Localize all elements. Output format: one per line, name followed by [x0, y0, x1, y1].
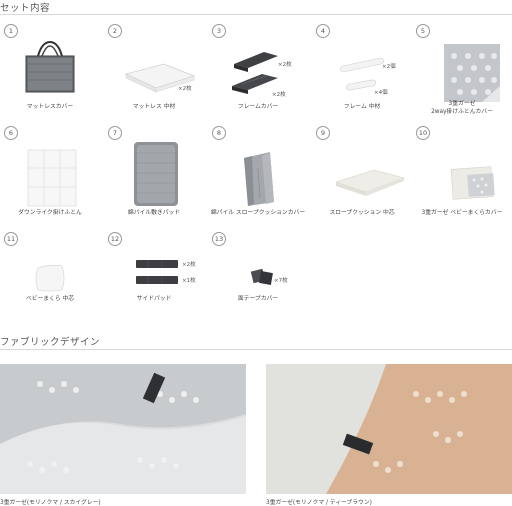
set-item-3: 3 ×2枚 ×2枚 フレームカバー — [208, 24, 308, 124]
set-item-13: 13 ×7枚 面テープカバー — [208, 232, 308, 332]
set-item-8: 8 綿パイル スロープクッションカバー — [208, 126, 308, 226]
fabric-photo-tea-brown — [266, 364, 512, 494]
item-label: 綿パイル スロープクッションカバー — [210, 210, 306, 216]
frame-core-image — [340, 57, 384, 91]
item-quantity: ×2個 — [382, 64, 396, 70]
item-label: ベビーまくら 中芯 — [25, 296, 75, 302]
item-label: 3重ガーゼ ベビーまくらカバー — [421, 210, 503, 216]
fabric-caption-tea-brown: 3重ガーゼ(モリノクマ / ティーブラウン) — [266, 500, 372, 506]
set-contents-divider — [0, 14, 512, 15]
item-label: フレームカバー — [237, 104, 279, 110]
tea-brown-gauze-image — [266, 364, 512, 494]
set-item-10: 10 3重ガーゼ ベビーまくらカバー — [412, 126, 512, 226]
fabric-photo-sky-gray — [0, 364, 246, 494]
item-label: マットレスカバー — [26, 104, 74, 110]
set-item-6: 6 ダウンライク掛けふとん — [0, 126, 100, 226]
item-label: サイドパッド — [136, 296, 172, 302]
item-label-line2: 2way掛けふとんカバー — [431, 109, 493, 115]
set-item-4: 4 ×2個 ×4個 フレーム 中材 — [312, 24, 412, 124]
fabric-design-divider — [0, 349, 512, 350]
set-item-9: 9 スロープクッション 中芯 — [312, 126, 412, 226]
set-item-5: 5 3重ガーゼ 2way掛けふとんカバー — [412, 24, 512, 124]
sky-gray-gauze-image — [0, 364, 246, 494]
item-label: 綿パイル敷きパッド — [127, 210, 181, 216]
item-quantity: ×2枚 — [278, 62, 292, 68]
mattress-cover-bag-image — [25, 40, 75, 93]
slope-cushion-cover-image — [244, 152, 274, 206]
gauze-duvet-cover-image — [444, 44, 500, 102]
item-label: スロープクッション 中芯 — [329, 210, 395, 216]
item-quantity: ×2枚 — [182, 262, 196, 268]
item-quantity: ×2枚 — [178, 86, 192, 92]
set-item-12: 12 ×2枚 ×1枚 サイドパッド — [104, 232, 204, 332]
fabric-caption-sky-gray: 3重ガーゼ(モリノクマ / スカイグレー) — [0, 500, 101, 506]
item-quantity: ×4個 — [374, 90, 388, 96]
frame-cover-image — [232, 52, 278, 94]
item-quantity: ×2枚 — [272, 92, 286, 98]
item-quantity: ×1枚 — [182, 278, 196, 284]
slope-cushion-core-image — [335, 169, 405, 196]
item-label: フレーム 中材 — [343, 104, 381, 110]
item-label: マットレス 中材 — [132, 104, 176, 110]
fabric-design-title: ファブリックデザイン — [0, 337, 101, 348]
mattress-core-image — [124, 63, 196, 93]
item-quantity: ×7枚 — [274, 278, 288, 284]
gauze-pillow-cover-image — [450, 166, 495, 200]
set-item-7: 7 綿パイル敷きパッド — [104, 126, 204, 226]
down-like-comforter-image — [27, 149, 77, 207]
pile-bed-pad-image — [134, 142, 178, 206]
set-item-2: 2 ×2枚 マットレス 中材 — [104, 24, 204, 124]
item-label: 面テープカバー — [237, 296, 279, 302]
set-item-11: 11 ベビーまくら 中芯 — [0, 232, 100, 332]
item-label: ダウンライク掛けふとん — [18, 210, 82, 216]
item-label: 3重ガーゼ — [448, 101, 476, 107]
set-contents-title: セット内容 — [0, 3, 51, 14]
set-item-1: 1 マットレスカバー — [0, 24, 100, 124]
